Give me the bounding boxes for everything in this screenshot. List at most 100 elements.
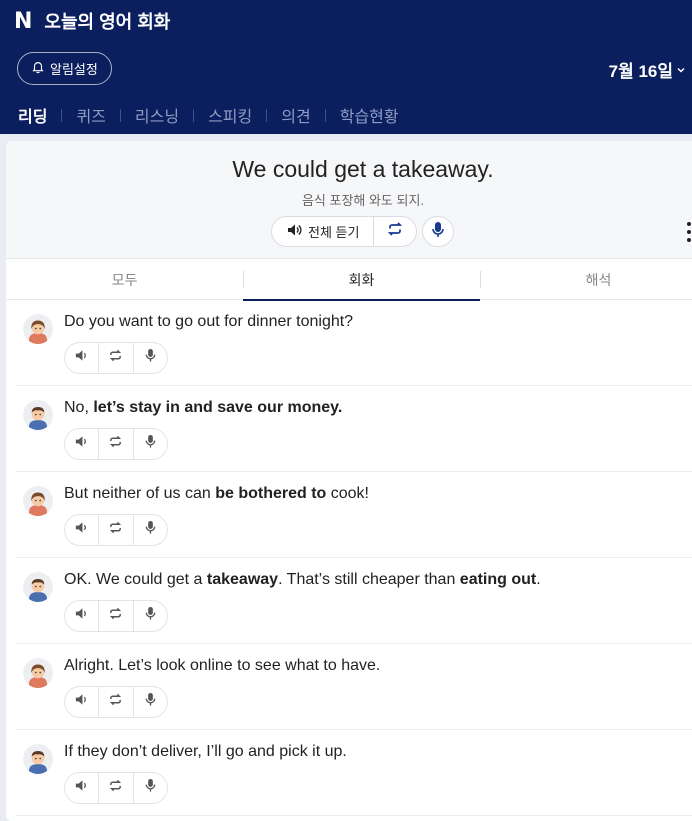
line-controls xyxy=(64,428,168,460)
lesson-card: We could get a takeaway. 음식 포장해 와도 되지. 전… xyxy=(6,141,692,821)
tab-divider xyxy=(480,271,481,288)
dialogue-text: Do you want to go out for dinner tonight… xyxy=(64,313,353,331)
record-line-button[interactable] xyxy=(132,343,167,373)
text-segment: Alright. Let’s look online to see what t… xyxy=(64,657,381,674)
nav-divider xyxy=(266,108,268,122)
app-header: N 오늘의 영어 회화 알림설정 7월 16일 리딩 퀴즈 리스닝 스피킹 의견 학습현황 xyxy=(0,0,692,134)
female-speaker-avatar xyxy=(23,486,53,516)
text-segment: . xyxy=(536,571,541,588)
play-line-button[interactable] xyxy=(65,773,98,803)
play-line-button[interactable] xyxy=(65,343,98,373)
play-line-button[interactable] xyxy=(65,601,98,631)
record-line-button[interactable] xyxy=(132,687,167,717)
listen-controls: 전체 듣기 xyxy=(271,216,417,247)
record-line-button[interactable] xyxy=(132,601,167,631)
listen-all-label: 전체 듣기 xyxy=(308,225,360,240)
repeat-icon xyxy=(108,606,123,626)
date-selector[interactable]: 7월 16일 xyxy=(609,57,686,82)
alarm-settings-label: 알림설정 xyxy=(50,62,98,77)
male-speaker-avatar xyxy=(23,572,53,602)
speak-mic-button[interactable] xyxy=(422,216,454,247)
text-segment: . That’s still cheaper than xyxy=(278,571,460,588)
bell-icon xyxy=(31,60,45,77)
nav-item[interactable]: 리딩 xyxy=(18,103,47,127)
speaker-icon xyxy=(286,222,302,241)
dialogue-line: OK. We could get a takeaway. That’s stil… xyxy=(16,558,692,644)
nav-divider xyxy=(324,108,326,122)
repeat-button[interactable] xyxy=(374,217,416,246)
key-sentence-translation: 음식 포장해 와도 되지. xyxy=(301,193,425,208)
dialogue-line: No, let’s stay in and save our money. xyxy=(16,386,692,472)
speaker-icon xyxy=(74,692,89,712)
repeat-icon xyxy=(108,520,123,540)
dialogue-text: OK. We could get a takeaway. That’s stil… xyxy=(64,571,541,589)
nav-item[interactable]: 퀴즈 xyxy=(76,103,105,127)
key-expression: eating out xyxy=(459,571,537,588)
line-controls xyxy=(64,342,168,374)
dialogue-text: No, let’s stay in and save our money. xyxy=(64,399,342,417)
repeat-icon xyxy=(108,348,123,368)
record-line-button[interactable] xyxy=(132,515,167,545)
line-controls xyxy=(64,600,168,632)
mic-icon xyxy=(143,434,158,454)
speaker-icon xyxy=(74,778,89,798)
play-line-button[interactable] xyxy=(65,687,98,717)
tab-divider xyxy=(243,271,244,288)
speaker-icon xyxy=(74,606,89,626)
dialogue-line: But neither of us can be bothered to coo… xyxy=(16,472,692,558)
repeat-line-button[interactable] xyxy=(98,601,132,631)
naver-logo[interactable]: N xyxy=(14,9,32,34)
view-tabs: 모두 회화 해석 xyxy=(6,259,692,301)
key-sentence-panel: We could get a takeaway. 음식 포장해 와도 되지. 전… xyxy=(6,141,692,259)
text-segment: But neither of us can xyxy=(64,485,216,502)
listen-all-button[interactable]: 전체 듣기 xyxy=(272,217,374,246)
nav-item[interactable]: 리스닝 xyxy=(135,103,179,127)
nav-item[interactable]: 스피킹 xyxy=(208,103,252,127)
chevron-down-icon xyxy=(676,60,686,80)
text-segment: No, xyxy=(64,399,94,416)
alarm-settings-button[interactable]: 알림설정 xyxy=(17,52,112,85)
key-expression: be bothered to xyxy=(215,485,327,502)
speaker-icon xyxy=(74,348,89,368)
nav-divider xyxy=(119,108,121,122)
repeat-line-button[interactable] xyxy=(98,515,132,545)
dialogue-line: Do you want to go out for dinner tonight… xyxy=(16,300,692,386)
nav-item[interactable]: 학습현황 xyxy=(340,103,399,127)
section-nav: 리딩 퀴즈 리스닝 스피킹 의견 학습현황 xyxy=(18,103,399,127)
repeat-line-button[interactable] xyxy=(98,773,132,803)
dialogue-list: Do you want to go out for dinner tonight… xyxy=(6,300,692,816)
mic-icon xyxy=(143,606,158,626)
male-speaker-avatar xyxy=(23,744,53,774)
nav-item[interactable]: 의견 xyxy=(281,103,310,127)
line-controls xyxy=(64,686,168,718)
dialogue-line: If they don’t deliver, I’ll go and pick … xyxy=(16,730,692,816)
text-segment: cook! xyxy=(326,485,369,502)
key-expression: let’s stay in and save our money. xyxy=(93,399,343,416)
female-speaker-avatar xyxy=(23,314,53,344)
male-speaker-avatar xyxy=(23,400,53,430)
kebab-icon[interactable] xyxy=(686,222,692,242)
mic-icon xyxy=(143,778,158,798)
view-tab[interactable]: 해석 xyxy=(480,259,692,300)
repeat-line-button[interactable] xyxy=(98,687,132,717)
speaker-icon xyxy=(74,520,89,540)
text-segment: If they don’t deliver, I’ll go and pick … xyxy=(64,743,347,760)
play-line-button[interactable] xyxy=(65,429,98,459)
view-tab[interactable]: 회화 xyxy=(243,259,480,301)
dialogue-text: Alright. Let’s look online to see what t… xyxy=(64,657,380,675)
mic-icon xyxy=(431,221,445,243)
key-expression: takeaway xyxy=(206,571,279,588)
repeat-line-button[interactable] xyxy=(98,429,132,459)
record-line-button[interactable] xyxy=(132,773,167,803)
play-line-button[interactable] xyxy=(65,515,98,545)
view-tab[interactable]: 모두 xyxy=(6,259,243,300)
female-speaker-avatar xyxy=(23,658,53,688)
repeat-line-button[interactable] xyxy=(98,343,132,373)
brand: N 오늘의 영어 회화 xyxy=(14,8,170,34)
key-sentence: We could get a takeaway. xyxy=(232,156,494,182)
nav-divider xyxy=(61,108,63,122)
record-line-button[interactable] xyxy=(132,429,167,459)
dialogue-line: Alright. Let’s look online to see what t… xyxy=(16,644,692,730)
mic-icon xyxy=(143,520,158,540)
mic-icon xyxy=(143,348,158,368)
